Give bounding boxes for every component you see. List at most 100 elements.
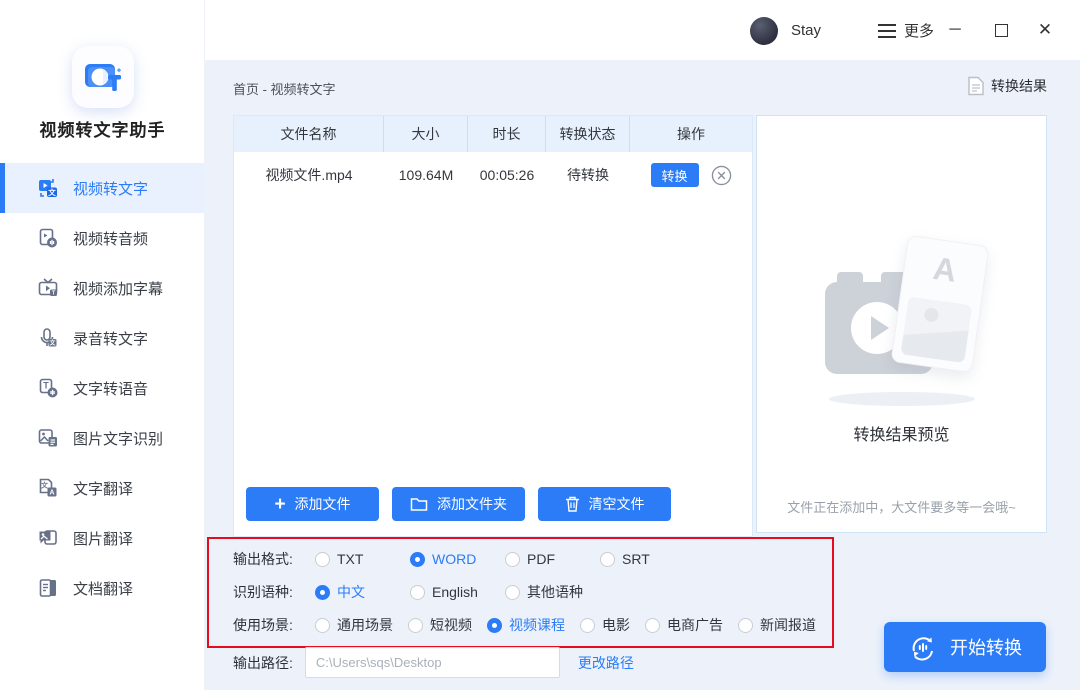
more-label: 更多 (904, 20, 934, 41)
sidebar-item-label: 视频添加字幕 (73, 278, 163, 299)
radio-srt[interactable]: SRT (600, 551, 695, 567)
convert-icon (908, 632, 938, 662)
sidebar-item-label: 图片文字识别 (73, 428, 163, 449)
clear-files-label: 清空文件 (589, 494, 645, 514)
radio-chinese[interactable]: 中文 (315, 582, 410, 602)
output-format-label: 输出格式: (233, 549, 315, 569)
svg-text:A: A (49, 490, 54, 497)
radio-txt[interactable]: TXT (315, 551, 410, 567)
file-list-panel: 文件名称 大小 时长 转换状态 操作 视频文件.mp4 109.64M 00:0… (233, 115, 753, 537)
output-path-label: 输出路径: (233, 653, 293, 673)
clear-files-button[interactable]: 清空文件 (538, 487, 671, 521)
more-menu-button[interactable]: 更多 (878, 20, 934, 41)
app-window: 视频转文字助手 文 视频转文字 (0, 0, 1080, 690)
close-button[interactable]: ✕ (1023, 0, 1067, 60)
radio-icon (580, 618, 595, 633)
radio-other-language[interactable]: 其他语种 (505, 582, 600, 602)
sidebar-item-label: 文字转语音 (73, 378, 148, 399)
radio-word[interactable]: WORD (410, 551, 505, 567)
radio-icon (505, 552, 520, 567)
scene-label: 使用场景: (233, 615, 315, 635)
settings-annotation-box: 输出格式: TXT WORD PDF SRT (207, 537, 834, 648)
add-file-label: 添加文件 (295, 494, 351, 514)
radio-movie[interactable]: 电影 (580, 615, 630, 635)
maximize-icon (995, 24, 1008, 37)
folder-icon (410, 497, 428, 512)
remove-file-icon[interactable] (711, 165, 732, 186)
add-folder-button[interactable]: 添加文件夹 (392, 487, 525, 521)
radio-icon (410, 585, 425, 600)
radio-icon (600, 552, 615, 567)
image-translate-icon (36, 526, 60, 550)
radio-video-course[interactable]: 视频课程 (487, 615, 565, 635)
radio-selected-icon (315, 585, 330, 600)
start-convert-button[interactable]: 开始转换 (884, 622, 1046, 672)
text-to-speech-icon: T (36, 376, 60, 400)
table-row: 视频文件.mp4 109.64M 00:05:26 待转换 转换 (234, 152, 752, 198)
sidebar-item-video-to-text[interactable]: 文 视频转文字 (0, 163, 205, 213)
svg-text:文: 文 (48, 339, 56, 347)
sidebar-menu: 文 视频转文字 视频转音频 (0, 163, 205, 613)
radio-icon (315, 552, 330, 567)
column-header-operation: 操作 (630, 116, 752, 152)
radio-news-report[interactable]: 新闻报道 (738, 615, 816, 635)
sidebar-item-video-add-subtitle[interactable]: T 视频添加字幕 (0, 263, 205, 313)
sidebar-item-label: 文字翻译 (73, 478, 133, 499)
language-label: 识别语种: (233, 582, 315, 602)
app-logo (0, 46, 205, 113)
radio-english[interactable]: English (410, 584, 505, 600)
convert-button[interactable]: 转换 (651, 163, 699, 187)
file-duration: 00:05:26 (468, 167, 546, 183)
radio-short-video[interactable]: 短视频 (408, 615, 472, 635)
plus-icon: + (274, 495, 285, 514)
sidebar-item-video-to-audio[interactable]: 视频转音频 (0, 213, 205, 263)
preview-panel: A 转换结果预览 文件正在添加中，大文件要多等一会哦~ (756, 115, 1047, 533)
output-path-row: 输出路径: 更改路径 (233, 647, 634, 678)
maximize-button[interactable] (979, 0, 1023, 60)
topbar: Stay 更多 ─ ✕ (205, 0, 1080, 60)
app-title: 视频转文字助手 (0, 116, 205, 141)
text-translate-icon: 文 A (36, 476, 60, 500)
username: Stay (791, 22, 821, 39)
language-row: 识别语种: 中文 English 其他语种 (233, 582, 600, 602)
sidebar-item-text-translate[interactable]: 文 A 文字翻译 (0, 463, 205, 513)
sidebar-item-image-translate[interactable]: 图片翻译 (0, 513, 205, 563)
radio-ecommerce-ad[interactable]: 电商广告 (645, 615, 723, 635)
sidebar-item-image-ocr[interactable]: 图片文字识别 (0, 413, 205, 463)
output-format-row: 输出格式: TXT WORD PDF SRT (233, 549, 695, 569)
start-convert-label: 开始转换 (950, 634, 1022, 660)
breadcrumb: 首页 - 视频转文字 (233, 79, 336, 98)
radio-icon (738, 618, 753, 633)
file-action-bar: + 添加文件 添加文件夹 (246, 487, 671, 521)
minimize-button[interactable]: ─ (933, 0, 977, 60)
sidebar-item-label: 图片翻译 (73, 528, 133, 549)
preview-placeholder-graphic: A (807, 234, 997, 404)
sidebar-item-label: 视频转文字 (73, 178, 148, 199)
audio-to-text-icon: 文 (36, 326, 60, 350)
result-card-icon: A (890, 235, 989, 373)
doc-translate-icon (36, 576, 60, 600)
preview-hint: 文件正在添加中，大文件要多等一会哦~ (757, 497, 1046, 516)
radio-pdf[interactable]: PDF (505, 551, 600, 567)
avatar[interactable] (750, 17, 778, 45)
conversion-results-button[interactable]: 转换结果 (967, 76, 1047, 96)
file-name: 视频文件.mp4 (234, 165, 384, 185)
radio-selected-icon (410, 552, 425, 567)
sidebar-item-text-to-speech[interactable]: T 文字转语音 (0, 363, 205, 413)
radio-general-scene[interactable]: 通用场景 (315, 615, 393, 635)
sidebar: 视频转文字助手 文 视频转文字 (0, 0, 205, 690)
column-header-filename: 文件名称 (234, 116, 384, 152)
column-header-duration: 时长 (468, 116, 546, 152)
sidebar-item-doc-translate[interactable]: 文档翻译 (0, 563, 205, 613)
main-content: 首页 - 视频转文字 转换结果 文件名称 大小 时长 转换状态 操作 视频文件.… (205, 60, 1080, 690)
output-path-input[interactable] (305, 647, 560, 678)
radio-icon (315, 618, 330, 633)
sidebar-item-audio-to-text[interactable]: 文 录音转文字 (0, 313, 205, 363)
radio-icon (505, 585, 520, 600)
image-ocr-icon (36, 426, 60, 450)
add-file-button[interactable]: + 添加文件 (246, 487, 379, 521)
results-link-label: 转换结果 (991, 76, 1047, 96)
column-header-size: 大小 (384, 116, 468, 152)
radio-icon (645, 618, 660, 633)
change-path-link[interactable]: 更改路径 (578, 653, 634, 673)
